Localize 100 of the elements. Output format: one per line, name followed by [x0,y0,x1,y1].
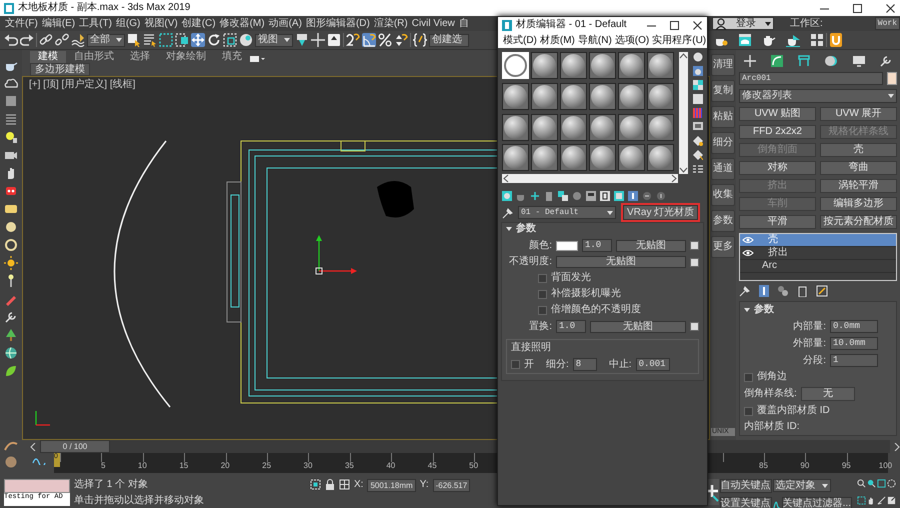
zoom-all-icon[interactable] [867,479,876,488]
material-slot[interactable] [647,114,674,140]
modifier-stack[interactable]: 壳 挤出 Arc [739,233,897,281]
rollout-title[interactable]: 参数 [754,304,774,316]
crosshair-icon[interactable] [311,33,325,47]
bend-icon[interactable] [770,54,784,68]
redo-icon[interactable] [20,33,34,47]
window-icon[interactable] [250,55,265,63]
caret-icon[interactable] [888,94,894,98]
spinner-field[interactable]: 1 [830,354,878,367]
broken-link-icon[interactable] [55,33,69,47]
stack-item[interactable]: 挤出 [740,247,896,260]
ribbon-tab[interactable]: 建模 [30,51,66,63]
material-slot[interactable] [589,82,616,110]
cloud-icon[interactable] [4,76,18,90]
material-slot[interactable] [560,52,587,79]
ribbon-tab[interactable]: 填充 [214,51,250,63]
box-icon[interactable] [4,202,18,216]
horizontal-scrollbar[interactable] [502,174,678,183]
grid-icon[interactable] [810,33,824,47]
collapse-icon[interactable] [744,308,750,312]
caret-icon[interactable] [116,38,122,42]
scale-icon[interactable] [223,33,237,47]
ribbon-tab[interactable]: 自由形式 [66,51,122,63]
wrench-icon[interactable] [4,310,18,324]
material-slot[interactable] [531,52,558,79]
material-slot[interactable] [618,144,645,172]
vertical-scrollbar[interactable] [679,52,688,174]
stack-item[interactable]: Arc [740,260,896,273]
spinner-field[interactable]: 10.0mm [830,337,878,350]
material-slot[interactable] [589,52,616,79]
modifier-button[interactable]: 弯曲 [820,161,897,175]
sun-icon[interactable] [4,256,18,270]
auto-key-button[interactable]: 自动关键点 [720,479,772,493]
wave-icon[interactable] [71,33,85,47]
spinner-snap-icon[interactable] [394,33,408,47]
workspace-field[interactable]: Work [874,17,900,30]
edit-icon[interactable] [816,285,828,297]
percent-icon[interactable] [378,33,392,47]
checkbox[interactable] [744,372,753,382]
ball-icon[interactable] [5,456,17,468]
map-button[interactable]: 无贴图 [590,320,686,332]
menu-item[interactable]: 工具(T) [78,18,113,30]
color-swatch[interactable] [887,72,897,85]
collapse-icon[interactable] [506,227,512,231]
spinner-field[interactable]: 8 [572,358,597,371]
material-editor-dialog[interactable]: 材质编辑器 - 01 - Default 模式(D) 材质(M) 导航(N) 选项(O) 实用程序(U) 01 - Default VRay 灯光材质 参数 颜色: 1.0 无贴图 不透明度: 无贴图 背面发光 补偿摄影机曝光 倍增颜色的不透明度 置换: 1.0 无贴图 直接照明 开 细分: 8 中止: 0.001 [497,16,708,506]
checker-icon[interactable] [693,80,703,90]
modifier-button[interactable]: 涡轮平滑 [820,179,897,193]
modifier-button[interactable]: UVW 展开 [820,107,897,121]
spinner-field[interactable]: 0.0mm [830,320,878,333]
orbit-icon[interactable] [887,479,896,488]
stack-item-label[interactable]: 挤出 [768,247,788,259]
side-button[interactable]: 通道 [711,158,735,180]
modifier-button[interactable]: 平滑 [739,215,816,229]
checkbox[interactable] [690,322,699,331]
wrench-icon[interactable] [878,54,893,68]
spinner-field[interactable]: 1.0 [582,239,612,252]
lock-icon[interactable] [325,479,335,490]
caret-icon[interactable] [284,38,290,42]
list-icon[interactable] [143,33,157,47]
material-slot[interactable] [502,114,529,140]
map-button[interactable]: 无贴图 [556,256,686,268]
circle-icon[interactable] [4,220,18,234]
maximize-icon[interactable] [669,20,680,30]
checkbox[interactable] [690,241,699,250]
color-swatch[interactable] [556,240,578,250]
set-key-button[interactable]: 设置关键点 [720,497,772,508]
reference-coordinate-dropdown[interactable]: 视图 [255,34,293,46]
script-field[interactable] [4,479,70,493]
modifier-button[interactable]: 编辑多边形 [820,197,897,211]
maximize-icon[interactable] [852,2,863,14]
caret-icon[interactable] [607,210,613,214]
key-mode-dropdown[interactable]: 选定对象 [772,479,831,492]
stack-item[interactable]: 壳 [740,234,896,247]
diamond-icon[interactable] [693,150,703,160]
robot-icon[interactable] [4,184,18,198]
color-bars-icon[interactable] [693,108,703,118]
trash-icon[interactable] [797,285,808,297]
checkbox[interactable] [511,360,520,369]
menu-item[interactable]: 动画(A) [268,18,303,30]
link-icon[interactable] [39,33,53,47]
menu-item[interactable]: 材质(M) [538,34,576,46]
brace-icon[interactable] [413,33,427,47]
checkbox[interactable] [538,274,547,282]
leaf-icon[interactable] [4,364,18,378]
menu-item[interactable]: 修改器(M) [218,18,266,30]
modifier-list-dropdown[interactable]: 修改器列表 [739,89,897,103]
account-dropdown[interactable]: 登录 [712,17,774,30]
copy-icon[interactable] [558,191,568,201]
material-slot[interactable] [531,114,558,140]
caret-icon[interactable] [822,484,828,488]
trash-icon[interactable] [544,191,554,201]
material-slot[interactable] [589,114,616,140]
list-icon[interactable] [693,164,703,174]
viewport-label[interactable]: [+] [顶] [用户定义] [线框] [29,79,136,91]
monitor-icon[interactable] [852,54,866,68]
tree-icon[interactable] [4,328,18,342]
menu-item[interactable]: 渲染(R) [372,18,409,30]
render-frame-icon[interactable] [738,33,752,47]
